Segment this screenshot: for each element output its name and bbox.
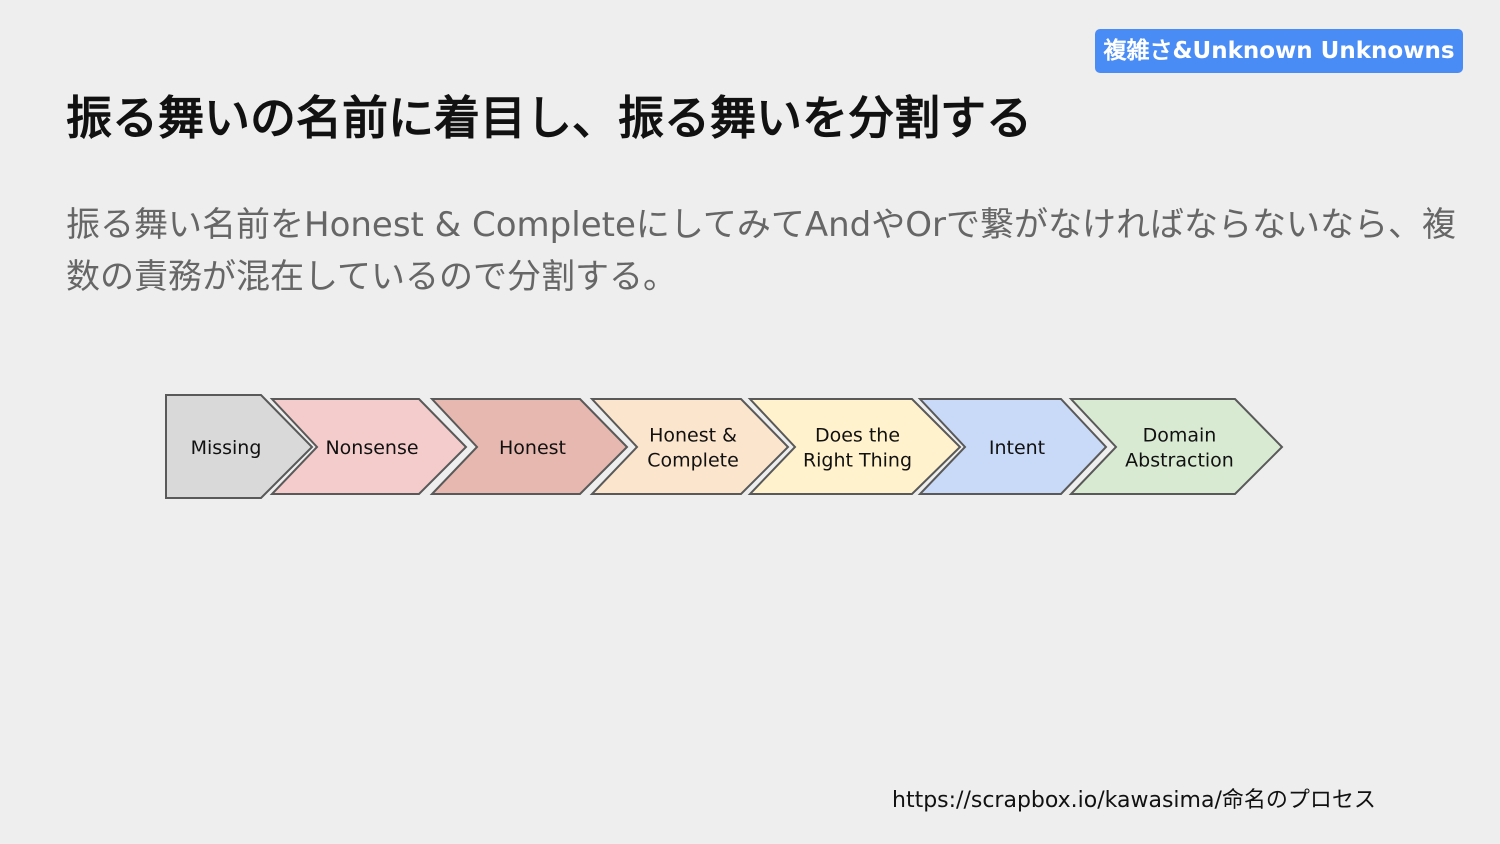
naming-process-chevron-flow: Missing Nonsense Honest Honest & Complete Doe… — [165, 394, 1284, 499]
source-link[interactable]: https://scrapbox.io/kawasima/命名のプロセス — [892, 786, 1376, 816]
chevron-label: Right Thing — [803, 450, 912, 472]
chevron-label: Abstraction — [1125, 450, 1234, 472]
chevron-label: Nonsense — [325, 437, 418, 459]
chevron-label: Domain — [1143, 425, 1217, 447]
chevron-label: Missing — [191, 437, 262, 459]
chevron-label: Complete — [647, 450, 739, 472]
chevron-label: Honest — [499, 437, 566, 459]
chevron-label: Honest & — [649, 425, 737, 447]
chevron-label: Does the — [815, 425, 900, 447]
chevron-label: Intent — [989, 437, 1045, 459]
